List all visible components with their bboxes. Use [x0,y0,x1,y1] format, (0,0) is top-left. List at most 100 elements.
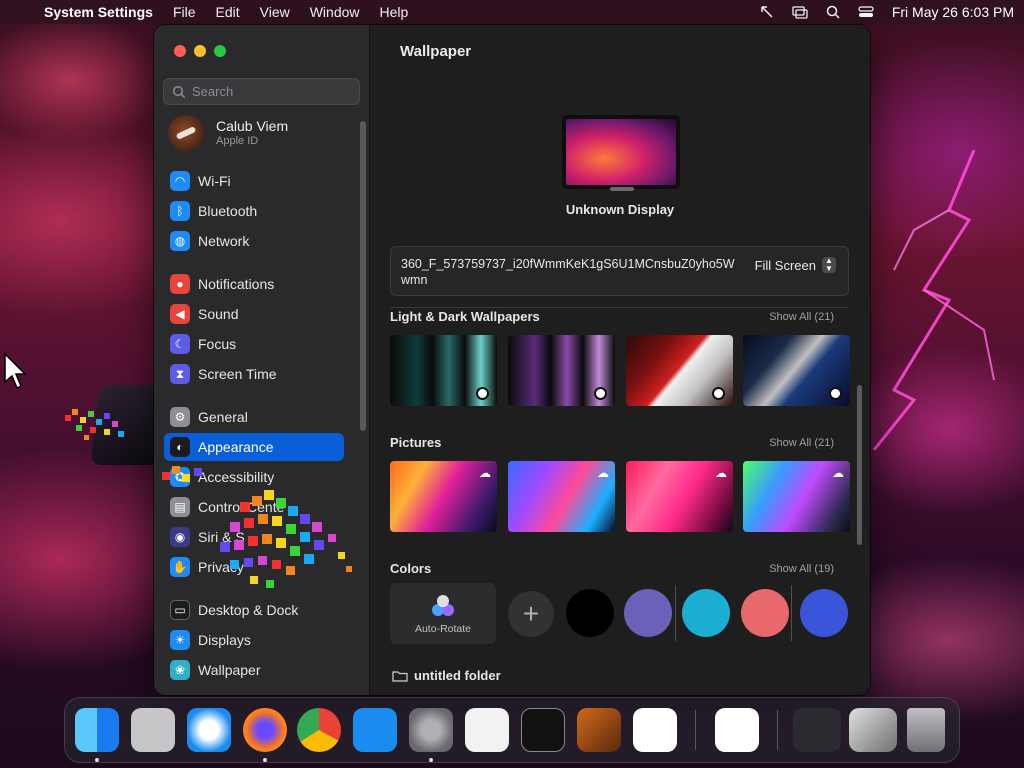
auto-rotate-icon [432,594,454,616]
menu-app-name[interactable]: System Settings [44,4,153,20]
menu-view[interactable]: View [260,4,290,20]
minimized-window-thumbnail[interactable] [793,708,841,752]
menu-window[interactable]: Window [310,4,360,20]
minimize-window-button[interactable] [194,45,206,57]
sidebar-item-appearance[interactable]: ◐ Appearance [164,433,344,461]
folder-icon [392,670,408,682]
dynamic-badge-icon [829,387,842,400]
sidebar-item-screen-time[interactable]: ⧗ Screen Time [164,360,344,388]
sidebar-item-sound[interactable]: ◀ Sound [164,300,344,328]
color-swatch-black[interactable] [566,589,614,637]
sidebar-item-control-centre[interactable]: ▤ Control Cente [164,493,344,521]
spotlight-search-icon[interactable] [826,5,840,19]
appearance-icon: ◐ [170,437,190,457]
search-field[interactable]: Search [163,78,360,105]
sidebar-item-siri[interactable]: ◉ Siri & S [164,523,344,551]
app-store-app[interactable] [353,708,397,752]
menu-clock[interactable]: Fri May 26 6:03 PM [892,4,1014,20]
trash-icon[interactable] [907,708,945,752]
menu-help[interactable]: Help [380,4,409,20]
wallpaper-thumb-light-dark-2[interactable] [508,335,615,406]
close-window-button[interactable] [174,45,186,57]
swatch-separator [791,585,792,641]
sidebar-item-notifications[interactable]: ● Notifications [164,270,344,298]
sidebar-item-wifi[interactable]: ◠ Wi-Fi [164,167,344,195]
show-all-pictures-button[interactable]: Show All (21) [769,437,834,449]
menu-edit[interactable]: Edit [216,4,240,20]
chrome-app[interactable] [297,708,341,752]
wallpaper-thumb-light-dark-1[interactable] [390,335,497,406]
sidebar-item-label: Displays [198,632,251,648]
wallpaper-thumb-picture-2[interactable]: ☁ [508,461,615,532]
wallpaper-thumb-light-dark-4[interactable] [743,335,850,406]
hourglass-icon: ⧗ [170,364,190,384]
accessibility-icon: ✪ [170,467,190,487]
color-swatch-blue[interactable] [800,589,848,637]
wallpaper-lightning [872,150,995,450]
sidebar-item-displays[interactable]: ☀ Displays [164,626,344,654]
textedit-app[interactable] [465,708,509,752]
dynamic-badge-icon [594,387,607,400]
running-indicator [95,758,99,762]
minimized-window-thumbnail[interactable] [849,708,897,752]
color-swatch-coral[interactable] [741,589,789,637]
avatar [168,115,204,151]
sidebar-item-label: Focus [198,336,237,352]
user-subtitle: Apple ID [216,134,259,147]
fill-mode-value: Fill Screen [754,257,816,273]
display-stand [610,187,634,191]
fill-mode-popup[interactable]: Fill Screen ▲ ▼ [755,257,836,273]
dock-separator [777,710,778,750]
sidebar-item-network[interactable]: ◍ Network [164,227,344,255]
content-scrollbar[interactable] [857,385,862,545]
search-placeholder: Search [192,84,234,99]
wallpaper-thumb-light-dark-3[interactable] [626,335,733,406]
sidebar-item-label: General [198,409,248,425]
wallpaper-thumb-picture-1[interactable]: ☁ [390,461,497,532]
show-all-colors-button[interactable]: Show All (19) [769,563,834,575]
sidebar-item-bluetooth[interactable]: ᛒ Bluetooth [164,197,344,225]
system-settings-app[interactable] [409,708,453,762]
sidebar-item-wallpaper[interactable]: ❀ Wallpaper [164,656,344,684]
untitled-folder-item[interactable]: untitled folder [392,668,501,683]
color-swatch-purple[interactable] [624,589,672,637]
cloud-download-icon: ☁ [597,466,609,480]
launchpad-app[interactable] [131,708,175,752]
sidebar-item-privacy[interactable]: ✋ Privacy [164,553,344,581]
zoom-window-button[interactable] [214,45,226,57]
dynamic-badge-icon [712,387,725,400]
apple-id-account[interactable]: Calub Viem Apple ID [168,115,288,151]
pointer-tool-icon[interactable] [760,5,774,19]
sidebar-item-accessibility[interactable]: ✪ Accessibility [164,463,344,491]
show-all-light-dark-button[interactable]: Show All (21) [769,311,834,323]
auto-rotate-tile[interactable]: Auto-Rotate [390,583,496,644]
search-icon [172,85,186,98]
vscode-app[interactable] [633,708,677,752]
menu-bar: System Settings File Edit View Window He… [0,0,1024,24]
display-preview [562,115,680,189]
wallpaper-thumb-picture-3[interactable]: ☁ [626,461,733,532]
sidebar-item-focus[interactable]: ☾ Focus [164,330,344,358]
control-center-icon[interactable] [858,5,874,19]
safari-app[interactable] [187,708,231,752]
globe-icon: ◍ [170,231,190,251]
garageband-app[interactable] [577,708,621,752]
wallpaper-thumb-picture-4[interactable]: ☁ [743,461,850,532]
running-indicator [429,758,433,762]
wallpaper-file-name: 360_F_573759737_i20fWmmKeK1gS6U1MCnsbuZ0… [401,257,735,287]
dock-icon: ▭ [170,600,190,620]
firefox-app[interactable] [243,708,287,762]
color-swatch-cyan[interactable] [682,589,730,637]
sidebar-item-desktop-dock[interactable]: ▭ Desktop & Dock [164,596,344,624]
visual-studio-app[interactable] [715,708,759,752]
terminal-app[interactable] [521,708,565,752]
menu-file[interactable]: File [173,4,196,20]
finder-app[interactable] [75,708,119,762]
sidebar-scrollbar[interactable] [360,121,366,431]
sidebar-item-general[interactable]: ⚙ General [164,403,344,431]
cloud-download-icon: ☁ [715,466,727,480]
moon-icon: ☾ [170,334,190,354]
add-color-button[interactable]: + [508,591,554,637]
screen-mirroring-icon[interactable] [792,5,808,19]
sidebar-item-label: Wallpaper [198,662,261,678]
